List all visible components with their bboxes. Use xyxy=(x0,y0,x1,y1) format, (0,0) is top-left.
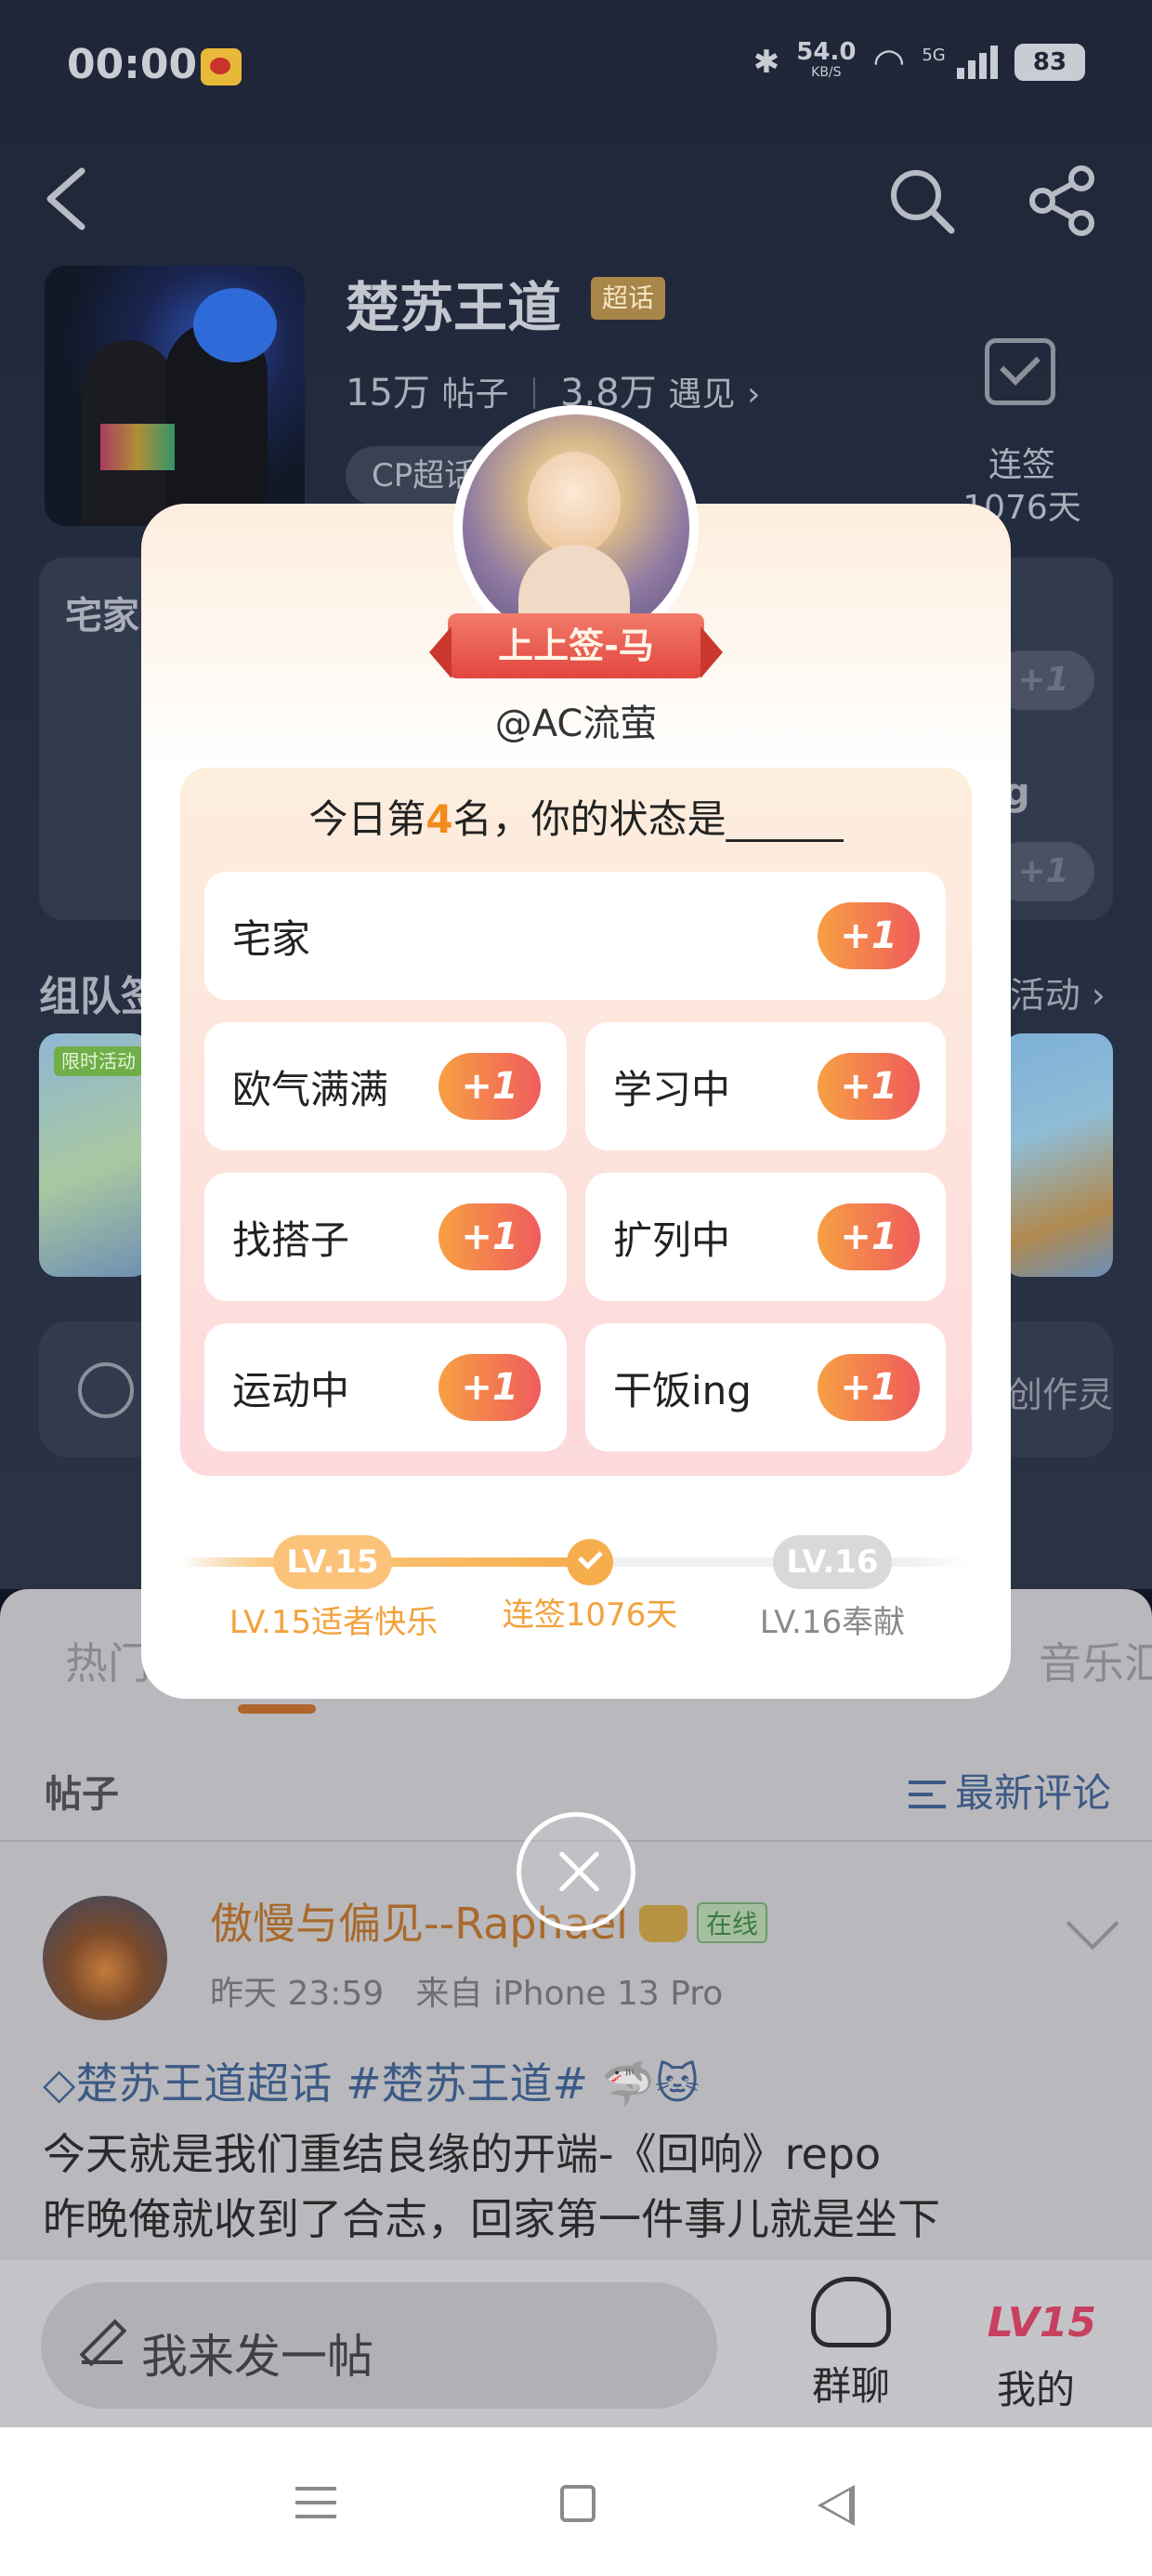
plus-one-button[interactable]: +1 xyxy=(439,1354,541,1421)
stats-divider xyxy=(533,377,536,409)
menu-icon[interactable] xyxy=(295,2487,336,2518)
plus-one-button[interactable]: +1 xyxy=(439,1053,541,1120)
status-card-title: 宅家 xyxy=(65,595,139,637)
rank-number: 4 xyxy=(425,796,453,842)
post-text-line: 昨晚俺就收到了合志，回家第一件事儿就是坐下 xyxy=(43,2194,940,2244)
topic-cover-image[interactable] xyxy=(45,266,305,526)
status-option-expand[interactable]: 扩列中 +1 xyxy=(585,1173,946,1301)
posts-label: 帖子 xyxy=(45,1773,119,1816)
checkin-streak-label: 连签1076天 xyxy=(502,1597,678,1634)
topic-title: 楚苏王道 xyxy=(346,276,562,339)
level-badge-icon: LV15 xyxy=(987,2299,1096,2346)
post-author[interactable]: 傲慢与偏见--Raphael 在线 xyxy=(210,1890,767,1952)
group-chat-label: 群聊 xyxy=(811,2363,890,2409)
compose-placeholder[interactable]: 我来发一帖 xyxy=(141,2320,373,2386)
group-chat-icon xyxy=(811,2277,891,2347)
status-option-study[interactable]: 学习中 +1 xyxy=(585,1022,946,1150)
status-option-exercise[interactable]: 运动中 +1 xyxy=(204,1323,567,1452)
weibo-notification-icon xyxy=(201,48,242,85)
group-chat-button[interactable]: 群聊 xyxy=(805,2277,897,2412)
status-indicators: ✱ 54.0 KB/S ◠ 5G 83 xyxy=(753,38,1085,84)
status-question: 今日第4名，你的状态是______ xyxy=(308,796,844,842)
sort-button[interactable]: 最新评论 xyxy=(908,1762,1111,1819)
plus-one-button[interactable]: +1 xyxy=(818,1203,920,1270)
sort-icon xyxy=(908,1781,946,1808)
limited-activity-tag: 限时活动 xyxy=(54,1046,143,1076)
status-option-partner[interactable]: 找搭子 +1 xyxy=(204,1173,567,1301)
post-meta: 昨天 23:59 来自 iPhone 13 Pro xyxy=(210,1966,723,2015)
net-speed: 54.0 KB/S xyxy=(796,38,857,80)
encounters-unit[interactable]: 遇见 xyxy=(668,375,735,414)
status-option-eating[interactable]: 干饭ing +1 xyxy=(585,1323,946,1452)
plus-one-button[interactable]: +1 xyxy=(818,1354,920,1421)
current-level-label: LV.15适者快乐 xyxy=(229,1604,439,1641)
status-option-ouqi[interactable]: 欧气满满 +1 xyxy=(204,1022,567,1150)
more-activity-link[interactable]: 活动 › xyxy=(1010,966,1106,1018)
home-icon[interactable] xyxy=(560,2485,596,2522)
activity-card[interactable]: 限时活动 xyxy=(39,1033,151,1277)
back-icon[interactable] xyxy=(41,165,93,232)
post-text-line: 今天就是我们重结良缘的开端-《回响》repo xyxy=(43,2129,882,2179)
my-button[interactable]: LV15 我的 xyxy=(975,2277,1096,2415)
next-level-badge: LV.16 xyxy=(773,1535,892,1589)
wifi-icon: ◠ xyxy=(872,41,906,84)
post-hashtags[interactable]: ◇楚苏王道超话 #楚苏王道# 🦈🐱 xyxy=(43,2050,700,2111)
post-author-avatar[interactable] xyxy=(43,1896,167,2020)
checkin-username: @AC流萤 xyxy=(494,703,658,745)
status-bar: 00:00 ✱ 54.0 KB/S ◠ 5G 83 xyxy=(0,0,1152,130)
plus-one-button[interactable]: +1 xyxy=(818,1053,920,1120)
fortune-ribbon: 上上签-马 xyxy=(429,613,723,678)
crown-icon xyxy=(638,1905,687,1942)
posts-unit: 帖子 xyxy=(441,375,509,414)
super-topic-badge: 超话 xyxy=(591,277,666,320)
post-time: 昨天 23:59 xyxy=(210,1975,385,2013)
status-option-zhaijia[interactable]: 宅家 +1 xyxy=(204,872,946,1000)
check-icon xyxy=(567,1539,613,1585)
online-badge: 在线 xyxy=(696,1902,767,1943)
posts-count: 15万 xyxy=(346,372,430,414)
plus-one-button[interactable]: +1 xyxy=(818,902,920,969)
close-icon[interactable] xyxy=(517,1812,635,1931)
share-icon[interactable] xyxy=(1026,164,1100,238)
post-source: 来自 iPhone 13 Pro xyxy=(415,1975,724,2013)
checkin-label: 连签 xyxy=(988,446,1055,484)
next-level-label: LV.16奉献 xyxy=(759,1604,906,1641)
current-level-badge: LV.15 xyxy=(273,1535,392,1589)
topic-tag-icon: ◇ xyxy=(43,2058,76,2109)
plus-one-button[interactable]: +1 xyxy=(439,1203,541,1270)
tab-music[interactable]: 音乐汇 xyxy=(1039,1630,1152,1691)
signal-icon: 5G xyxy=(922,46,998,79)
back-triangle-icon[interactable] xyxy=(818,2485,855,2526)
active-tab-indicator xyxy=(238,1704,316,1714)
battery-indicator: 83 xyxy=(1015,44,1085,81)
calendar-check-icon[interactable] xyxy=(985,338,1055,405)
search-icon[interactable] xyxy=(884,164,959,238)
tab-hot[interactable]: 热门 xyxy=(65,1630,151,1691)
my-label: 我的 xyxy=(996,2367,1075,2412)
activity-card[interactable] xyxy=(1003,1033,1113,1277)
creator-pen-icon xyxy=(78,1362,134,1418)
chevron-right-icon[interactable]: › xyxy=(747,375,760,414)
status-time: 00:00 xyxy=(67,41,198,88)
bluetooth-icon: ✱ xyxy=(753,44,780,81)
pen-icon xyxy=(82,2323,123,2364)
creator-text: 创作灵 xyxy=(1006,1374,1113,1415)
